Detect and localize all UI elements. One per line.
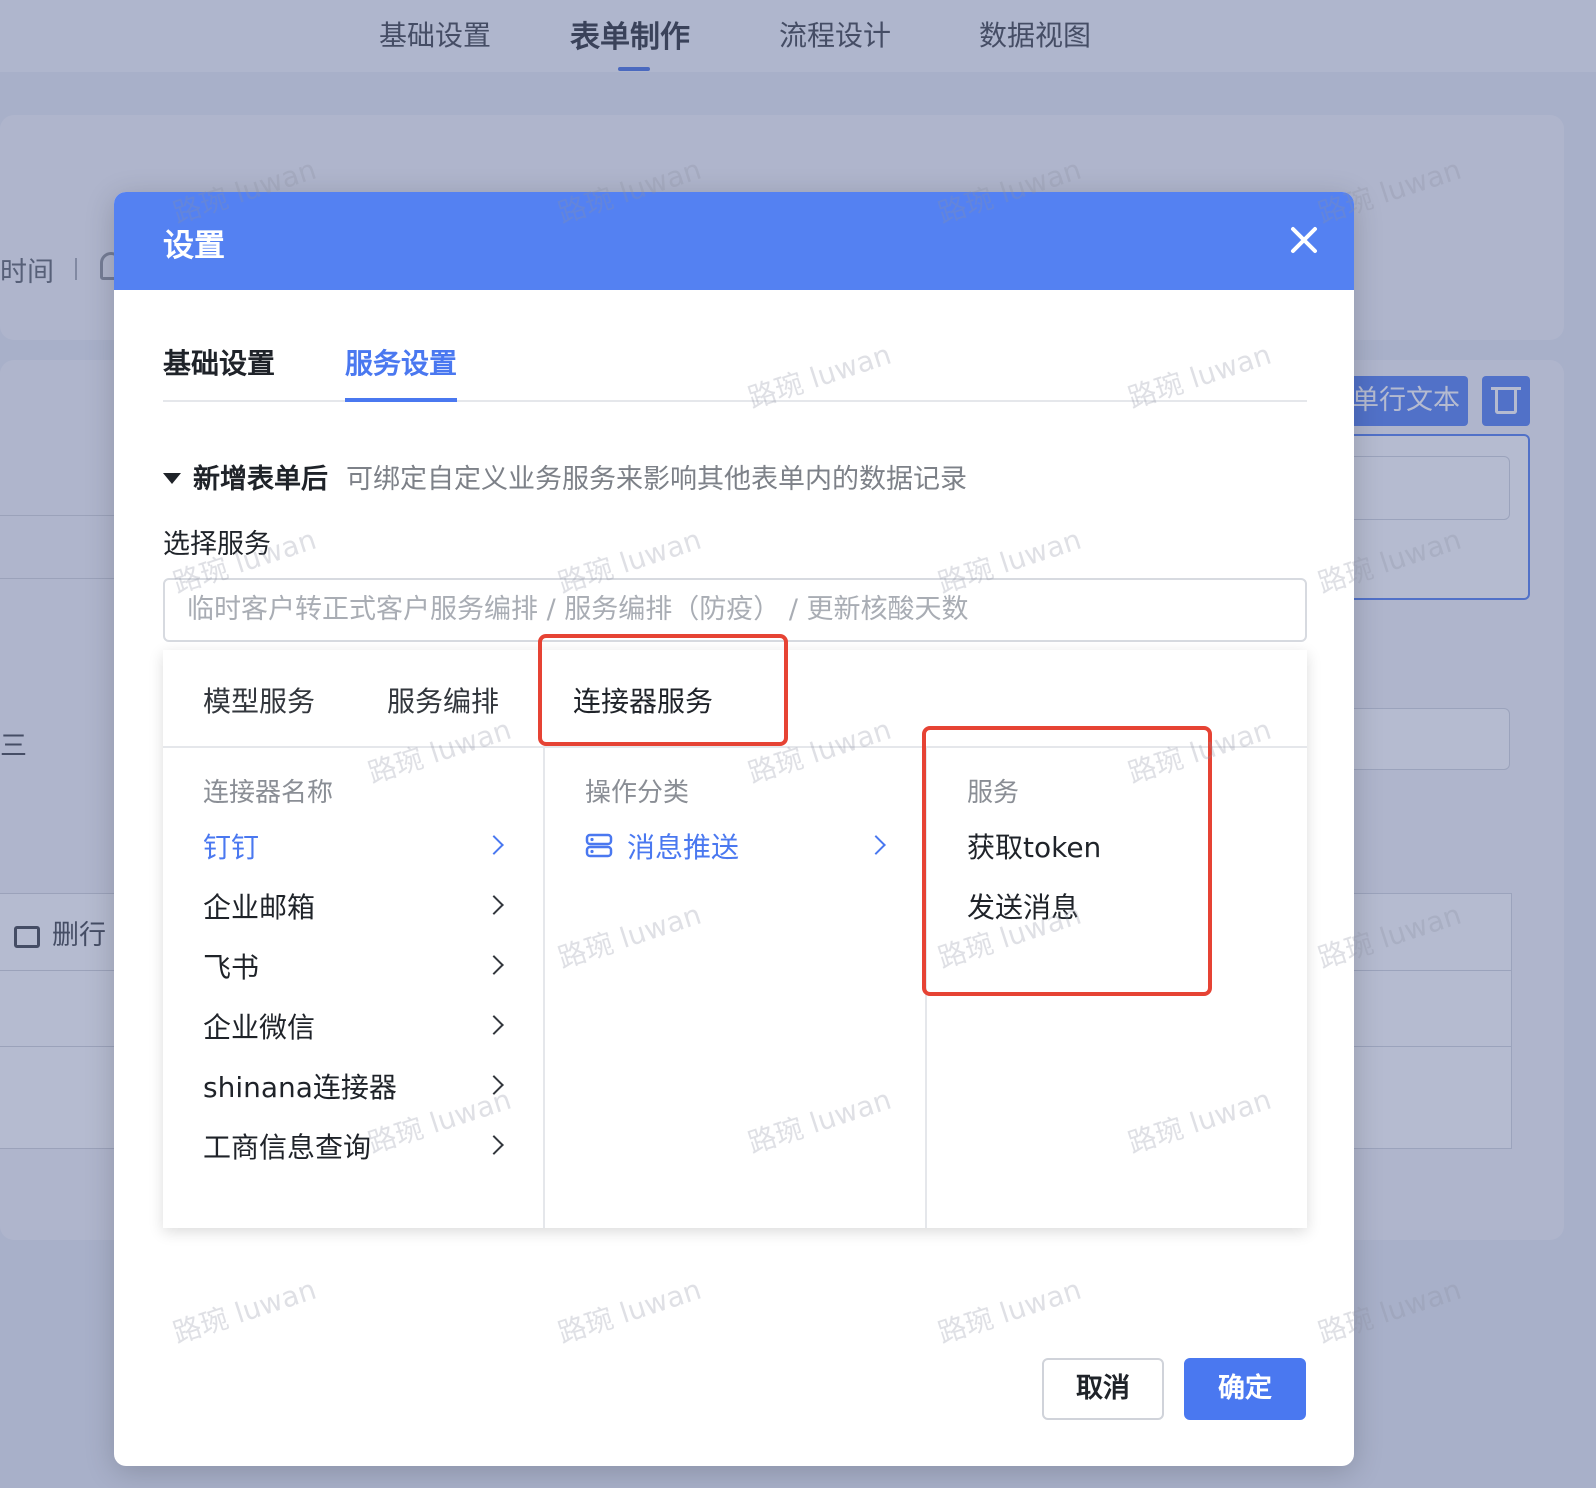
tab-indicator — [345, 398, 457, 402]
settings-tabs: 基础设置 服务设置 — [163, 332, 1307, 402]
chevron-right-icon — [484, 1015, 504, 1035]
chevron-right-icon — [484, 955, 504, 975]
connector-item[interactable]: 钉钉 — [203, 820, 504, 876]
connector-item[interactable]: shinana连接器 — [203, 1060, 504, 1116]
modal-title: 设置 — [163, 228, 225, 264]
tab-model-service[interactable]: 模型服务 — [203, 680, 315, 720]
chevron-right-icon — [484, 895, 504, 915]
connector-column: 连接器名称 钉钉 企业邮箱 飞书 企业微信 shinana连接器 工商信息查询 — [163, 748, 545, 1228]
category-column: 操作分类 消息推送 — [545, 748, 927, 1228]
category-column-head: 操作分类 — [585, 778, 690, 808]
cancel-button[interactable]: 取消 — [1042, 1358, 1164, 1420]
select-service-label: 选择服务 — [163, 529, 271, 560]
tab-service-orchestration[interactable]: 服务编排 — [387, 680, 499, 720]
highlight-box — [538, 634, 788, 746]
highlight-box — [922, 726, 1212, 996]
settings-modal: 设置 基础设置 服务设置 新增表单后 可绑定自定义业务服务来影响其他表单内的数据记… — [114, 192, 1354, 1466]
connector-item[interactable]: 工商信息查询 — [203, 1120, 504, 1176]
tab-service-settings[interactable]: 服务设置 — [345, 342, 457, 382]
connector-label: 工商信息查询 — [203, 1131, 372, 1164]
modal-header: 设置 — [114, 192, 1354, 290]
category-label: 消息推送 — [627, 831, 740, 864]
chevron-right-icon — [484, 1135, 504, 1155]
caret-down-icon — [163, 473, 181, 484]
connector-item[interactable]: 企业邮箱 — [203, 880, 504, 936]
section-description: 可绑定自定义业务服务来影响其他表单内的数据记录 — [346, 464, 967, 495]
connector-item[interactable]: 企业微信 — [203, 1000, 504, 1056]
connector-label: 钉钉 — [203, 831, 260, 864]
chevron-right-icon — [484, 835, 504, 855]
server-icon — [585, 833, 613, 858]
connector-label: shinana连接器 — [203, 1071, 397, 1104]
section-title: 新增表单后 — [193, 464, 328, 495]
connector-label: 企业微信 — [203, 1011, 316, 1044]
tab-basic-settings[interactable]: 基础设置 — [163, 342, 275, 382]
connector-item[interactable]: 飞书 — [203, 940, 504, 996]
close-icon[interactable] — [1284, 220, 1324, 260]
connector-label: 飞书 — [203, 951, 260, 984]
chevron-right-icon — [484, 1075, 504, 1095]
connector-column-head: 连接器名称 — [203, 778, 334, 808]
category-item[interactable]: 消息推送 — [585, 820, 886, 876]
confirm-button[interactable]: 确定 — [1184, 1358, 1306, 1420]
section-header[interactable]: 新增表单后 可绑定自定义业务服务来影响其他表单内的数据记录 — [163, 457, 967, 496]
service-select[interactable]: 临时客户转正式客户服务编排 / 服务编排（防疫） / 更新核酸天数 — [163, 578, 1307, 642]
chevron-right-icon — [866, 835, 886, 855]
connector-label: 企业邮箱 — [203, 891, 316, 924]
